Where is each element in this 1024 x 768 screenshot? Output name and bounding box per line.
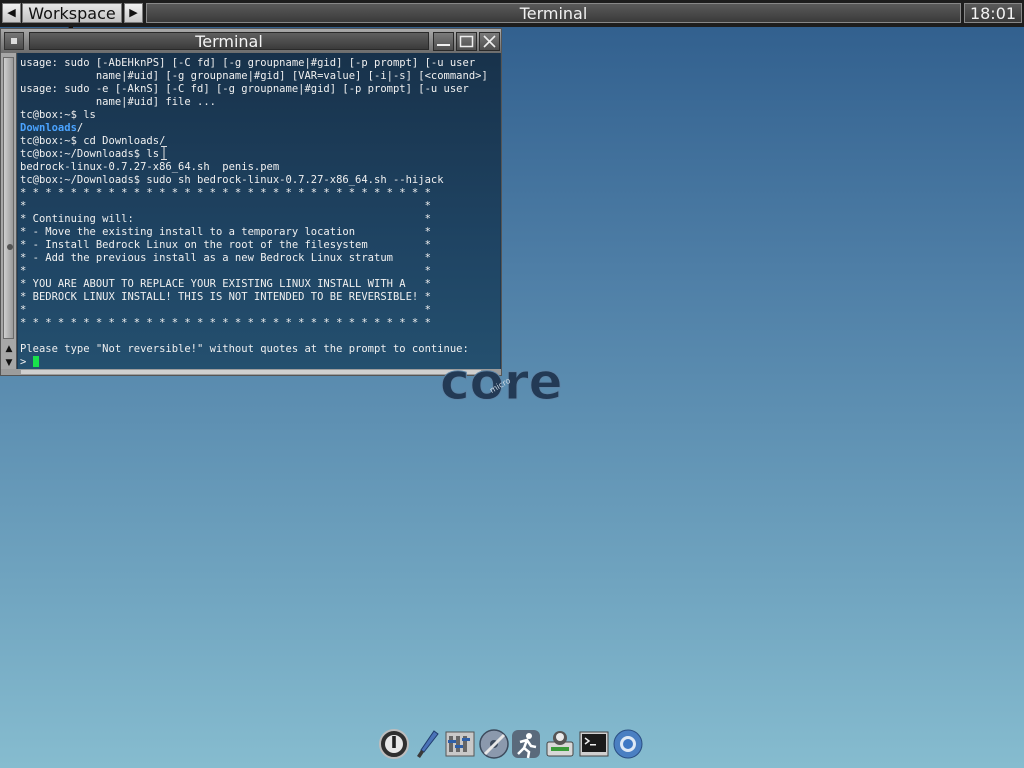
terminal-line: * - Move the existing install to a tempo… bbox=[20, 226, 500, 239]
maximize-icon bbox=[459, 35, 474, 48]
scrollbar-thumb[interactable] bbox=[3, 57, 14, 339]
text-cursor-icon bbox=[161, 146, 167, 160]
terminal-line-text: * * bbox=[20, 200, 431, 212]
terminal-output[interactable]: usage: sudo [-AbEHknPS] [-C fd] [-g grou… bbox=[18, 53, 500, 369]
terminal-line-text: name|#uid] [-g groupname|#gid] [VAR=valu… bbox=[20, 70, 488, 82]
terminal-line: name|#uid] [-g groupname|#gid] [VAR=valu… bbox=[20, 70, 500, 83]
window-titlebar[interactable]: Terminal bbox=[1, 29, 501, 53]
window-menu-button[interactable] bbox=[4, 32, 24, 50]
terminal-line-text: usage: sudo [-AbEHknPS] [-C fd] [-g grou… bbox=[20, 57, 476, 69]
maximize-button[interactable] bbox=[456, 32, 477, 51]
scrollbar-grip bbox=[7, 244, 13, 250]
minimize-button[interactable] bbox=[433, 32, 454, 51]
terminal-icon[interactable] bbox=[578, 728, 610, 760]
terminal-line: * * bbox=[20, 200, 500, 213]
directory-entry: Downloads bbox=[20, 122, 77, 134]
terminal-line: name|#uid] file ... bbox=[20, 96, 500, 109]
scroll-down-arrow[interactable]: ▼ bbox=[3, 357, 15, 369]
terminal-line-text: * - Move the existing install to a tempo… bbox=[20, 226, 431, 238]
terminal-line-text: * * bbox=[20, 265, 431, 277]
terminal-line-text: * Continuing will: * bbox=[20, 213, 431, 225]
terminal-line: * * * * * * * * * * * * * * * * * * * * … bbox=[20, 187, 500, 200]
prev-workspace-button[interactable]: ◀ bbox=[2, 3, 21, 23]
terminal-line-text: tc@box:~$ cd Downloads/ bbox=[20, 135, 166, 147]
terminal-line: * * bbox=[20, 265, 500, 278]
terminal-line-text: Please type "Not reversible!" without qu… bbox=[20, 343, 469, 355]
terminal-line: usage: sudo [-AbEHknPS] [-C fd] [-g grou… bbox=[20, 57, 500, 70]
terminal-line-text: tc@box:~/Downloads$ ls bbox=[20, 148, 160, 160]
browser-icon[interactable] bbox=[612, 728, 644, 760]
terminal-line-text: * - Install Bedrock Linux on the root of… bbox=[20, 239, 431, 251]
terminal-line-text: * * * * * * * * * * * * * * * * * * * * … bbox=[20, 187, 431, 199]
vertical-scrollbar[interactable]: ▲ ▼ bbox=[1, 53, 17, 375]
terminal-line: bedrock-linux-0.7.27-x86_64.sh penis.pem bbox=[20, 161, 500, 174]
clock: 18:01 bbox=[964, 3, 1022, 23]
horizontal-scrollbar[interactable] bbox=[1, 369, 501, 375]
terminal-line: tc@box:~/Downloads$ ls bbox=[20, 148, 500, 161]
terminal-line-text: usage: sudo -e [-AknS] [-C fd] [-g group… bbox=[20, 83, 469, 95]
terminal-line: * Continuing will: * bbox=[20, 213, 500, 226]
terminal-line-text: * YOU ARE ABOUT TO REPLACE YOUR EXISTING… bbox=[20, 278, 431, 290]
terminal-line: * * * * * * * * * * * * * * * * * * * * … bbox=[20, 317, 500, 330]
top-panel: ◀ Workspace 1 ▶ Terminal 18:01 bbox=[0, 0, 1024, 42]
terminal-line: * - Add the previous install as a new Be… bbox=[20, 252, 500, 265]
terminal-cursor bbox=[32, 356, 39, 367]
terminal-line-text: tc@box:~$ ls bbox=[20, 109, 96, 121]
terminal-line: tc@box:~$ ls bbox=[20, 109, 500, 122]
terminal-line: tc@box:~$ cd Downloads/ bbox=[20, 135, 500, 148]
window-title[interactable]: Terminal bbox=[29, 32, 429, 50]
brush-icon[interactable] bbox=[412, 728, 444, 760]
close-icon bbox=[483, 35, 496, 48]
scroll-up-arrow[interactable]: ▲ bbox=[3, 343, 15, 355]
terminal-line: Please type "Not reversible!" without qu… bbox=[20, 343, 500, 356]
taskbar-window-title[interactable]: Terminal bbox=[146, 3, 961, 23]
terminal-line: usage: sudo -e [-AknS] [-C fd] [-g group… bbox=[20, 83, 500, 96]
terminal-line: Downloads/ bbox=[20, 122, 500, 135]
horizontal-scrollbar-thumb[interactable] bbox=[21, 370, 481, 374]
terminal-window: Terminal ▲ ▼ usage: sudo [-AbEHknPS] [-C… bbox=[0, 28, 502, 376]
core-logo: core micro bbox=[440, 355, 563, 411]
terminal-line: > bbox=[20, 356, 500, 369]
mount-icon[interactable] bbox=[478, 728, 510, 760]
power-icon[interactable] bbox=[378, 728, 410, 760]
control-panel-icon[interactable] bbox=[444, 728, 476, 760]
next-workspace-button[interactable]: ▶ bbox=[124, 3, 143, 23]
terminal-line-text: bedrock-linux-0.7.27-x86_64.sh penis.pem bbox=[20, 161, 280, 173]
terminal-line-text: tc@box:~/Downloads$ sudo sh bedrock-linu… bbox=[20, 174, 444, 186]
dock bbox=[376, 726, 644, 762]
terminal-line-text: * * bbox=[20, 304, 431, 316]
workspace-label[interactable]: Workspace 1 bbox=[22, 3, 122, 42]
terminal-line-text: * * * * * * * * * * * * * * * * * * * * … bbox=[20, 317, 431, 329]
terminal-line: * - Install Bedrock Linux on the root of… bbox=[20, 239, 500, 252]
terminal-line-text: * BEDROCK LINUX INSTALL! THIS IS NOT INT… bbox=[20, 291, 431, 303]
terminal-line: * BEDROCK LINUX INSTALL! THIS IS NOT INT… bbox=[20, 291, 500, 304]
terminal-line: * YOU ARE ABOUT TO REPLACE YOUR EXISTING… bbox=[20, 278, 500, 291]
run-icon[interactable] bbox=[510, 728, 542, 760]
close-button[interactable] bbox=[479, 32, 500, 51]
terminal-line: tc@box:~/Downloads$ sudo sh bedrock-linu… bbox=[20, 174, 500, 187]
terminal-line-text: name|#uid] file ... bbox=[20, 96, 216, 108]
minimize-icon bbox=[437, 44, 450, 46]
apps-icon[interactable] bbox=[544, 728, 576, 760]
terminal-line-text: * - Add the previous install as a new Be… bbox=[20, 252, 431, 264]
terminal-line: * * bbox=[20, 304, 500, 317]
terminal-line-text: > bbox=[20, 356, 33, 368]
terminal-line-text: / bbox=[76, 122, 84, 134]
